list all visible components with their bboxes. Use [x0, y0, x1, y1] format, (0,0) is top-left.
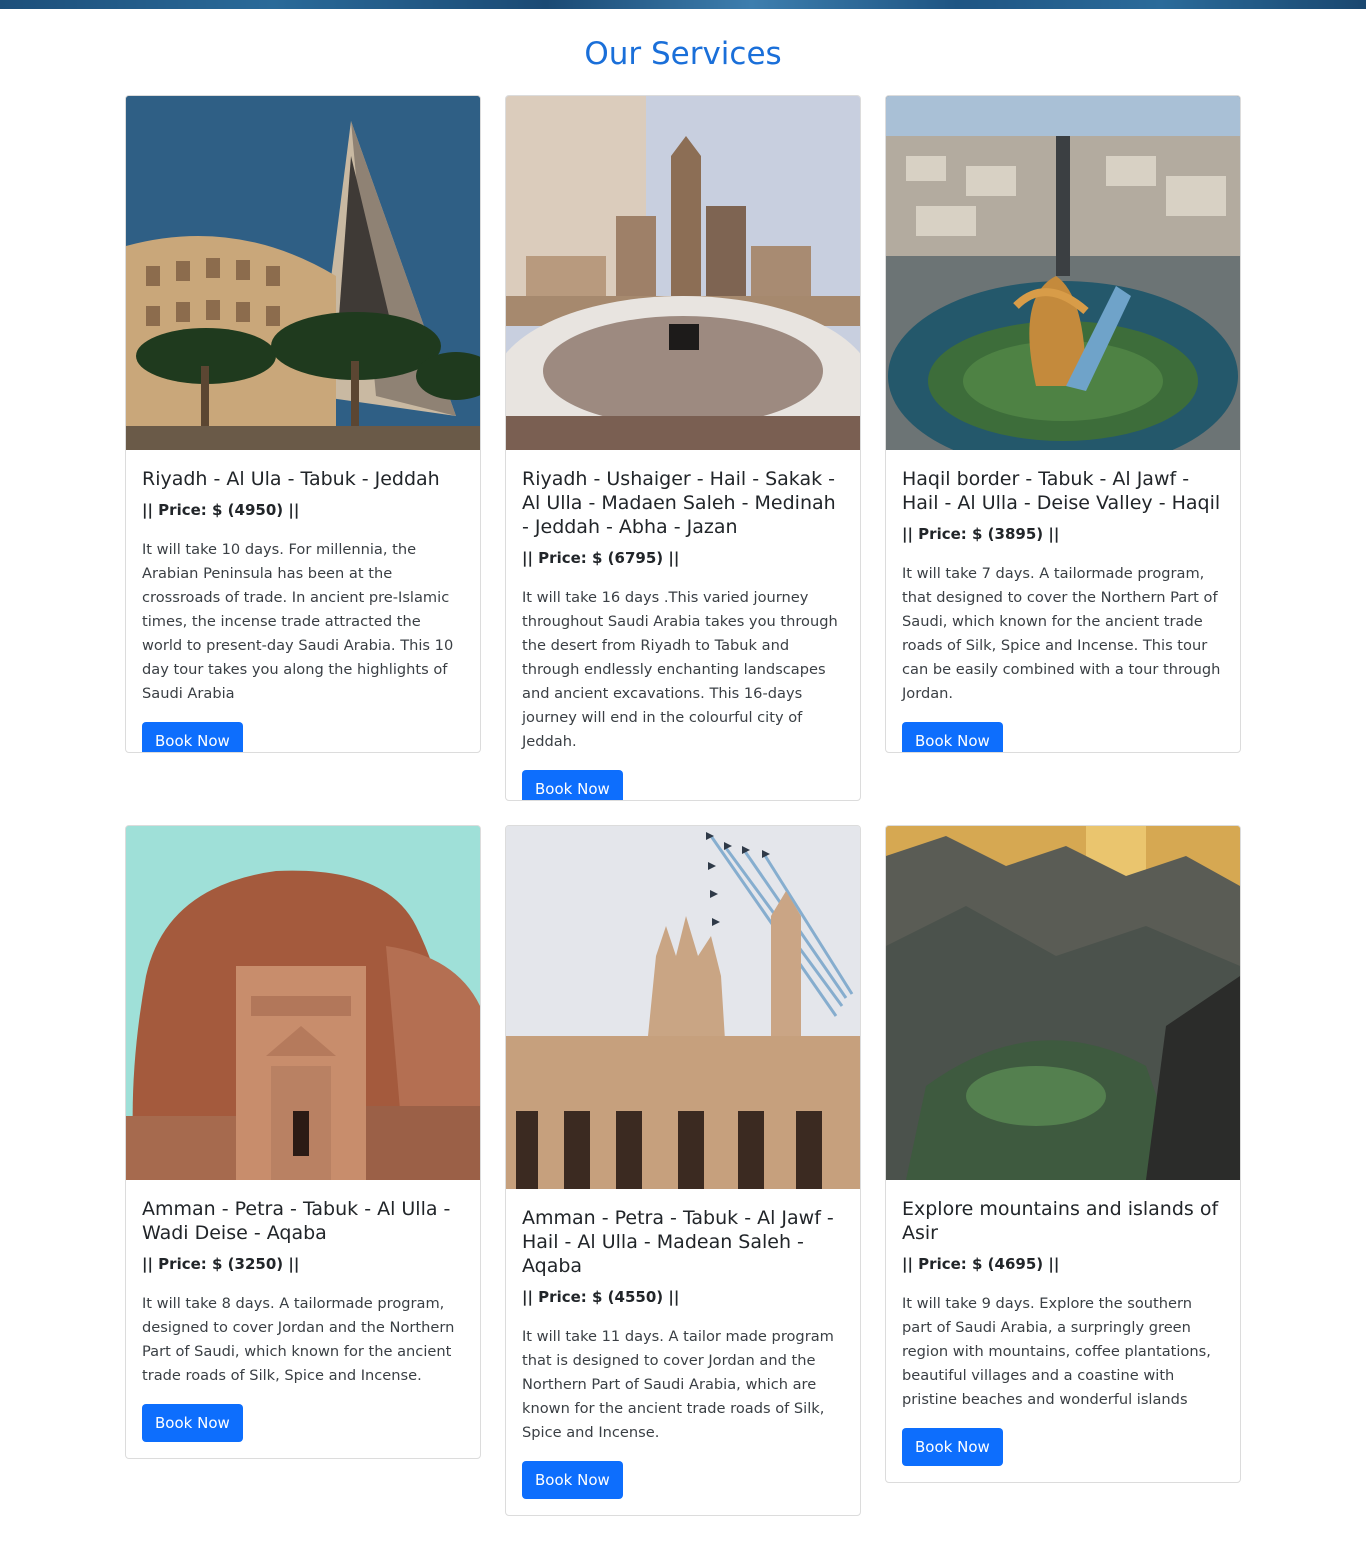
- service-price: || Price: $ (6795) ||: [522, 549, 680, 567]
- book-now-button[interactable]: Book Now: [902, 1428, 1003, 1466]
- service-price: || Price: $ (3895) ||: [902, 525, 1060, 543]
- riyadh-tower-illustration: [126, 96, 480, 450]
- card-body: Riyadh - Al Ula - Tabuk - Jeddah || Pric…: [126, 450, 480, 752]
- service-title: Amman - Petra - Tabuk - Al Ulla - Wadi D…: [142, 1198, 451, 1244]
- service-title: Riyadh - Ushaiger - Hail - Sakak - Al Ul…: [522, 468, 836, 538]
- service-card: Riyadh - Al Ula - Tabuk - Jeddah || Pric…: [125, 95, 481, 753]
- alula-tomb-illustration: [126, 826, 480, 1180]
- card-body: Haqil border - Tabuk - Al Jawf - Hail - …: [886, 450, 1240, 752]
- service-card: Explore mountains and islands of Asir ||…: [885, 825, 1241, 1483]
- service-price: || Price: $ (4695) ||: [902, 1255, 1060, 1273]
- service-description: It will take 10 days. For millennia, the…: [142, 541, 454, 702]
- card-body: Amman - Petra - Tabuk - Al Ulla - Wadi D…: [126, 1180, 480, 1458]
- service-price: || Price: $ (3250) ||: [142, 1255, 300, 1273]
- service-price: || Price: $ (4550) ||: [522, 1288, 680, 1306]
- service-image-hail-roundabout: [886, 96, 1240, 450]
- book-now-button[interactable]: Book Now: [142, 1404, 243, 1442]
- service-description: It will take 7 days. A tailormade progra…: [902, 565, 1221, 702]
- asir-mountains-illustration: [886, 826, 1240, 1180]
- section-title: Our Services: [584, 36, 782, 72]
- fort-illustration: [506, 826, 860, 1189]
- header-image-strip: [0, 0, 1366, 9]
- book-now-button[interactable]: Book Now: [142, 722, 243, 752]
- service-card: Amman - Petra - Tabuk - Al Jawf - Hail -…: [505, 825, 861, 1516]
- service-title: Amman - Petra - Tabuk - Al Jawf - Hail -…: [522, 1207, 834, 1277]
- service-card: Haqil border - Tabuk - Al Jawf - Hail - …: [885, 95, 1241, 753]
- book-now-button[interactable]: Book Now: [522, 770, 623, 800]
- service-image-riyadh-tower: [126, 96, 480, 450]
- service-card: Riyadh - Ushaiger - Hail - Sakak - Al Ul…: [505, 95, 861, 801]
- makkah-illustration: [506, 96, 860, 450]
- service-image-alula-tomb: [126, 826, 480, 1180]
- service-card: Amman - Petra - Tabuk - Al Ulla - Wadi D…: [125, 825, 481, 1459]
- card-body: Amman - Petra - Tabuk - Al Jawf - Hail -…: [506, 1189, 860, 1515]
- service-title: Riyadh - Al Ula - Tabuk - Jeddah: [142, 468, 440, 490]
- service-image-fort: [506, 826, 860, 1189]
- service-price: || Price: $ (4950) ||: [142, 501, 300, 519]
- service-description: It will take 8 days. A tailormade progra…: [142, 1295, 455, 1384]
- hail-roundabout-illustration: [886, 96, 1240, 450]
- book-now-button[interactable]: Book Now: [902, 722, 1003, 752]
- card-body: Explore mountains and islands of Asir ||…: [886, 1180, 1240, 1482]
- book-now-button[interactable]: Book Now: [522, 1461, 623, 1499]
- service-image-asir-mountains: [886, 826, 1240, 1180]
- service-image-makkah: [506, 96, 860, 450]
- card-body: Riyadh - Ushaiger - Hail - Sakak - Al Ul…: [506, 450, 860, 800]
- service-description: It will take 16 days .This varied journe…: [522, 589, 838, 750]
- service-description: It will take 11 days. A tailor made prog…: [522, 1328, 834, 1441]
- service-description: It will take 9 days. Explore the souther…: [902, 1295, 1211, 1408]
- service-title: Haqil border - Tabuk - Al Jawf - Hail - …: [902, 468, 1221, 514]
- service-title: Explore mountains and islands of Asir: [902, 1198, 1219, 1244]
